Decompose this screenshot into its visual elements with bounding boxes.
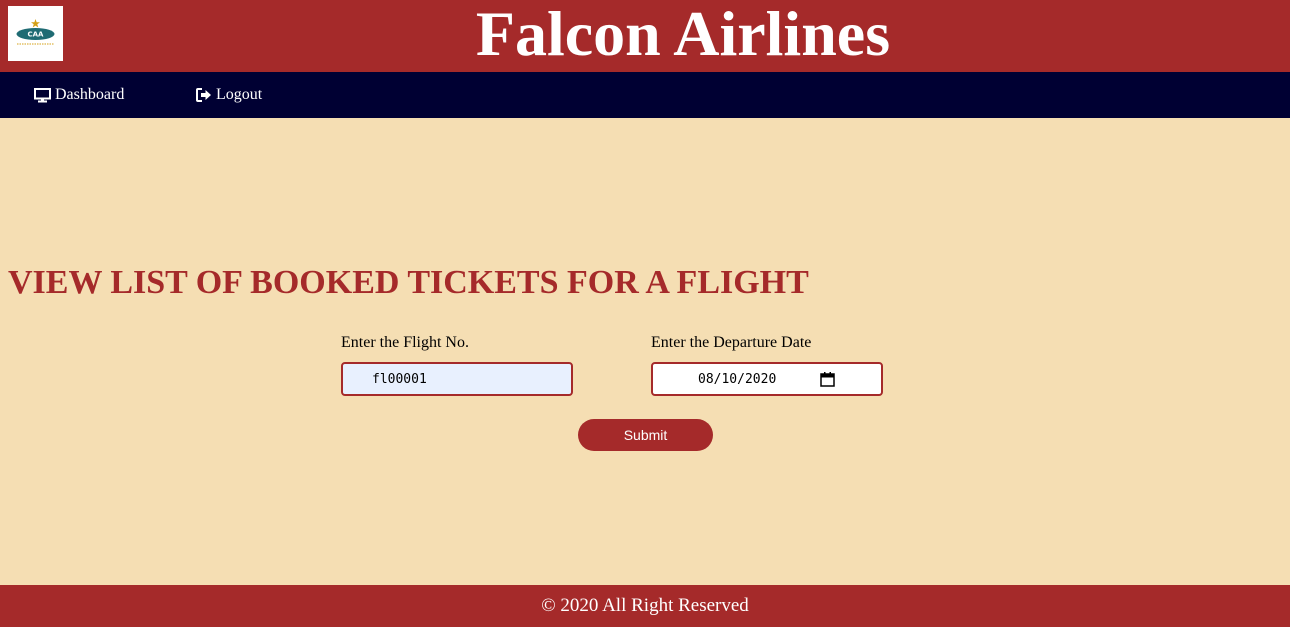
site-footer: © 2020 All Right Reserved [0,585,1290,627]
nav-dashboard-label: Dashboard [55,86,125,103]
page-title: VIEW LIST OF BOOKED TICKETS FOR A FLIGHT [8,264,809,301]
flight-number-label: Enter the Flight No. [341,334,469,351]
submit-button[interactable]: Submit [578,419,713,451]
calendar-icon[interactable] [820,372,835,387]
monitor-icon [34,87,51,102]
site-header: CAA Falcon Airlines [0,0,1290,72]
departure-date-label: Enter the Departure Date [651,334,812,351]
airline-title: Falcon Airlines [475,0,891,69]
flight-number-value: fl00001 [372,371,427,387]
sign-out-icon [196,88,211,102]
departure-date-input[interactable]: 08/10/2020 [651,362,883,396]
flight-number-input[interactable]: fl00001 [341,362,573,396]
top-navigation: Dashboard Logout [0,72,1290,118]
nav-item-dashboard[interactable]: Dashboard [34,72,124,118]
nav-logout-label: Logout [216,86,263,103]
copyright-text: © 2020 All Right Reserved [541,595,749,616]
departure-date-value: 08/10/2020 [698,371,777,387]
nav-item-logout[interactable]: Logout [196,72,262,118]
